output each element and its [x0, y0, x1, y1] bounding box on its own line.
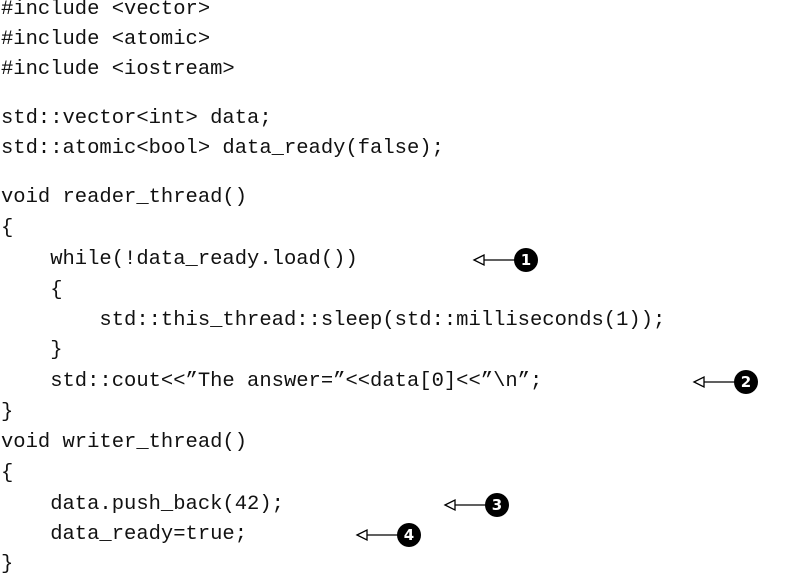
callout-1: 1 [472, 248, 538, 272]
callout-arrow-icon [443, 493, 509, 517]
code-line-reader-thread-signature: void reader_thread() [1, 186, 248, 209]
callout-4: 4 [355, 523, 421, 547]
code-line-data-ready-true: data_ready=true; [1, 523, 248, 546]
callout-2: 2 [692, 370, 758, 394]
code-line-atomic-data-ready: std::atomic<bool> data_ready(false); [1, 137, 444, 160]
callout-arrow-icon [692, 370, 758, 394]
code-line-cout-answer: std::cout<<”The answer=”<<data[0]<<”\n”; [1, 370, 543, 393]
code-line-sleep-call: std::this_thread::sleep(std::millisecond… [1, 309, 666, 332]
code-line-push-back: data.push_back(42); [1, 493, 284, 516]
callout-arrow-icon [472, 248, 538, 272]
code-line-reader-close-brace: } [1, 401, 14, 424]
callout-arrow-icon [355, 523, 421, 547]
code-line-while-close-brace: } [1, 339, 63, 362]
code-line-writer-close-brace: } [1, 553, 14, 576]
code-line-while-loop: while(!data_ready.load()) [1, 248, 358, 271]
code-line-include-iostream: #include <iostream> [1, 58, 235, 81]
callout-3: 3 [443, 493, 509, 517]
code-line-vector-data: std::vector<int> data; [1, 107, 272, 130]
code-line-include-vector: #include <vector> [1, 0, 211, 21]
code-line-include-atomic: #include <atomic> [1, 28, 211, 51]
code-line-writer-open-brace: { [1, 462, 14, 485]
code-line-writer-thread-signature: void writer_thread() [1, 431, 248, 454]
code-line-reader-open-brace: { [1, 217, 14, 240]
code-line-while-open-brace: { [1, 279, 63, 302]
